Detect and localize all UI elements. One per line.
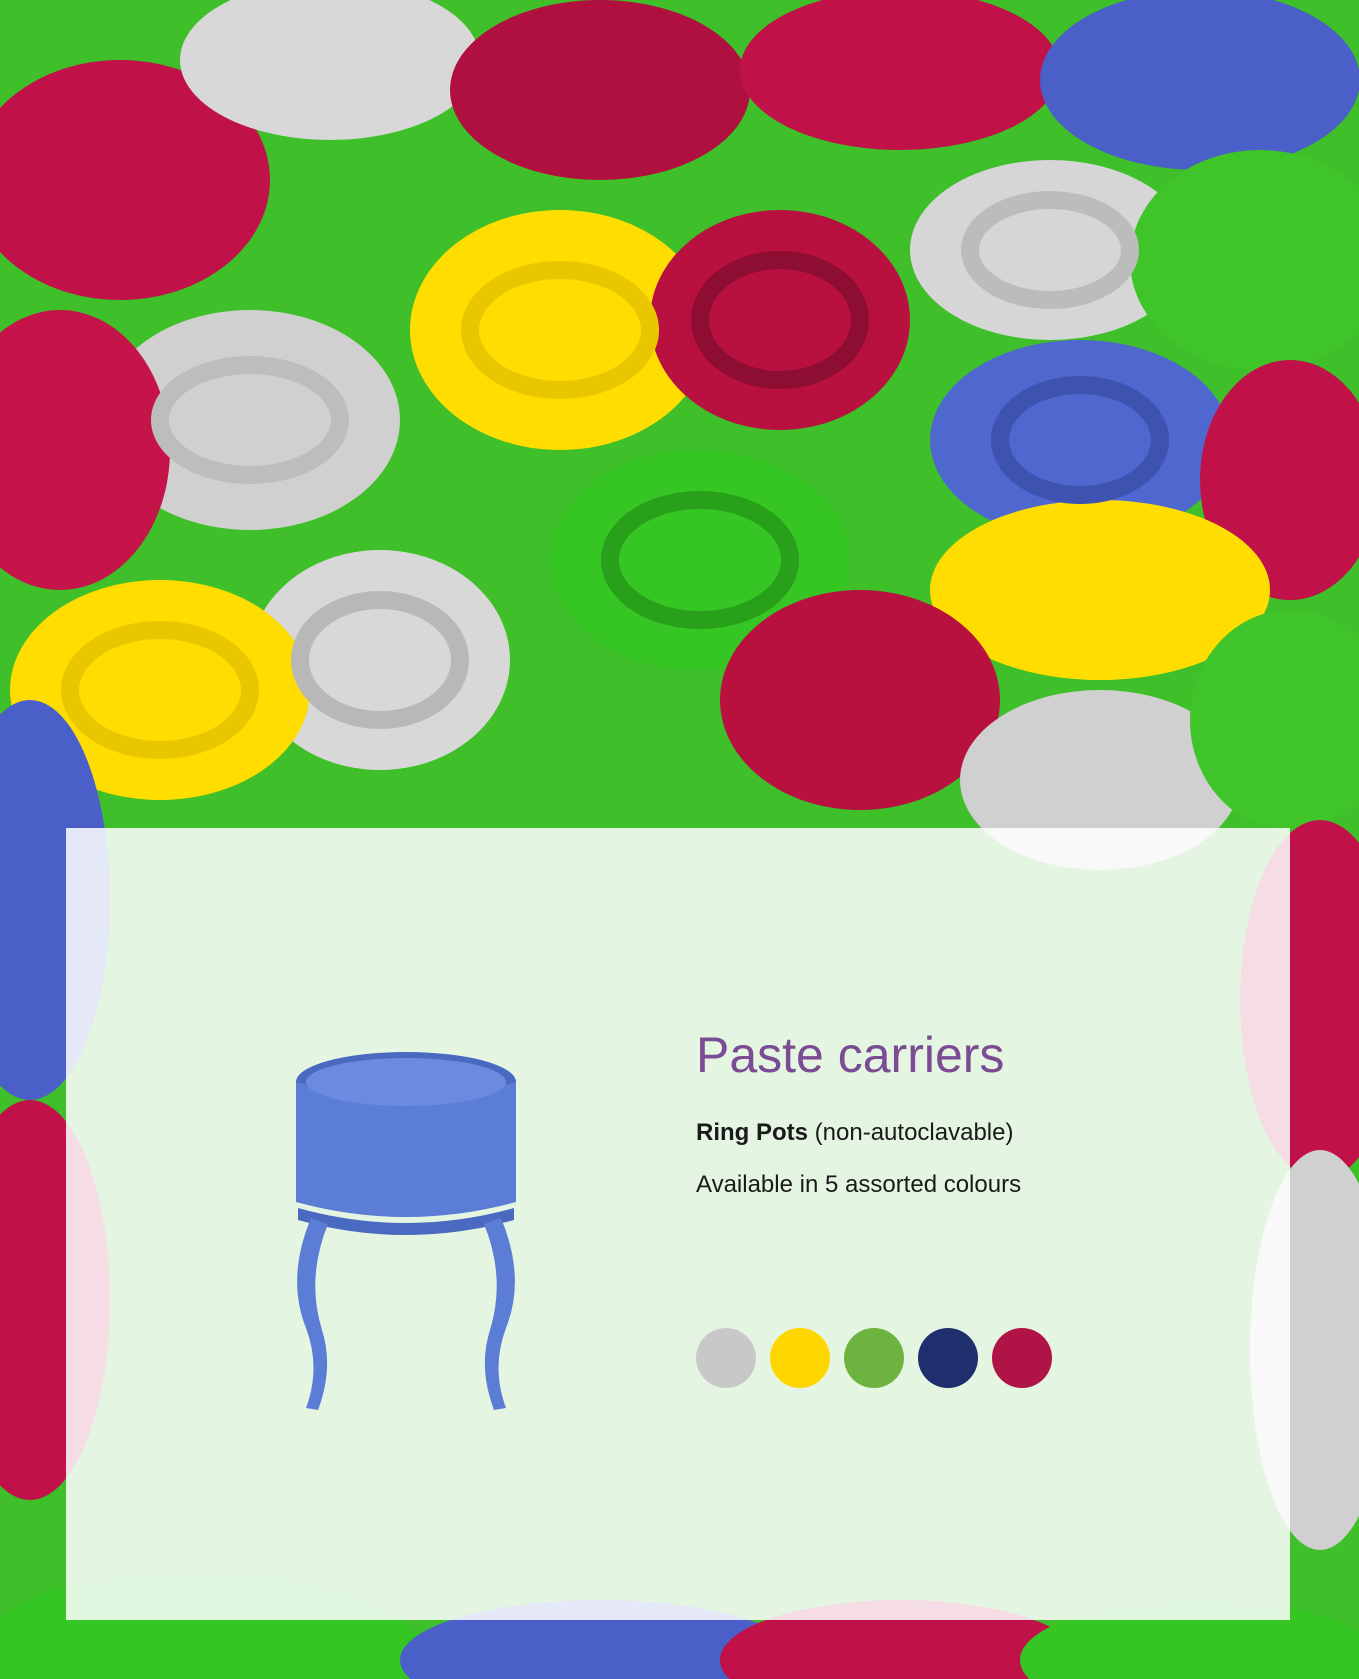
swatch-green <box>844 1328 904 1388</box>
product-info: Paste carriers Ring Pots (non-autoclavab… <box>696 1028 1256 1199</box>
product-name: Ring Pots <box>696 1119 808 1146</box>
availability-text: Available in 5 assorted colours <box>696 1171 1022 1198</box>
page-title: Paste carriers <box>696 1027 1005 1083</box>
swatch-crimson <box>992 1328 1052 1388</box>
product-qualifier: (non-autoclavable) <box>814 1119 1014 1146</box>
blue-ring-pot-icon <box>266 1038 556 1418</box>
swatch-grey <box>696 1328 756 1388</box>
product-panel: Paste carriers Ring Pots (non-autoclavab… <box>66 828 1290 1620</box>
product-subtitle: Ring Pots (non-autoclavable) <box>696 1119 1256 1147</box>
swatch-yellow <box>770 1328 830 1388</box>
colour-swatches <box>696 1328 1052 1388</box>
swatch-navy <box>918 1328 978 1388</box>
